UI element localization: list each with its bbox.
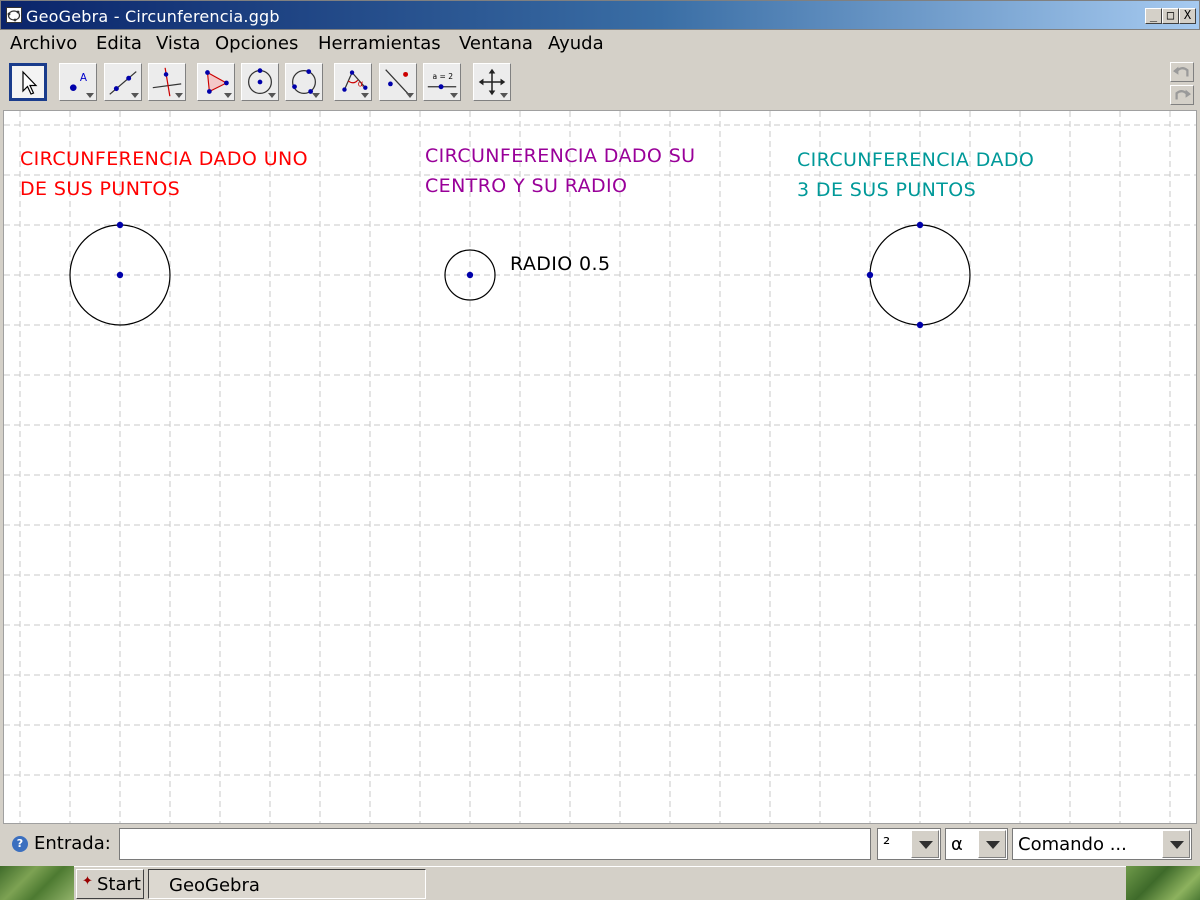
chevron-down-icon[interactable]: [1162, 830, 1190, 858]
slider-value-glyph: a = 2: [433, 72, 454, 81]
start-button[interactable]: ✦ Start: [76, 869, 144, 899]
start-label: Start: [97, 874, 141, 895]
undo-button[interactable]: [1170, 62, 1194, 82]
graphics-canvas[interactable]: [4, 111, 1197, 824]
maximize-button[interactable]: □: [1162, 8, 1179, 24]
input-bar: ? Entrada: ² α Comando ...: [0, 824, 1200, 866]
circle-3-point-bottom: [916, 321, 924, 329]
point-label-glyph: A: [80, 72, 88, 84]
title-bar: GeoGebra - Circunferencia.ggb _ □ X: [0, 0, 1200, 30]
greek-select[interactable]: α: [945, 828, 1008, 860]
label-center-radius-line-1: CIRCUNFERENCIA DADO SU: [425, 145, 696, 167]
tool-circle-three-points[interactable]: [285, 63, 323, 101]
menu-opciones[interactable]: Opciones: [215, 33, 298, 54]
menu-ventana[interactable]: Ventana: [459, 33, 533, 54]
redo-button[interactable]: [1170, 85, 1194, 105]
tool-circle-center-point[interactable]: [241, 63, 279, 101]
menu-vista[interactable]: Vista: [156, 33, 200, 54]
tool-perpendicular[interactable]: [148, 63, 186, 101]
tool-angle[interactable]: α: [334, 63, 372, 101]
menu-herramientas[interactable]: Herramientas: [318, 33, 441, 54]
greek-select-value: α: [951, 834, 963, 855]
menu-bar: Archivo Edita Vista Opciones Herramienta…: [0, 30, 1200, 58]
circle-3-point-left: [866, 271, 874, 279]
move-pointer-icon: [22, 70, 38, 95]
command-select[interactable]: Comando ...: [1012, 828, 1192, 860]
input-field[interactable]: [119, 828, 871, 860]
circle-2-center: [466, 271, 474, 279]
desktop-wallpaper-right: [1126, 866, 1200, 900]
toolbar: A α a = 2: [0, 58, 1200, 110]
command-select-value: Comando ...: [1018, 834, 1127, 855]
alpha-glyph: α: [358, 80, 364, 90]
chevron-down-icon[interactable]: [911, 830, 939, 858]
menu-ayuda[interactable]: Ayuda: [548, 33, 604, 54]
label-center-radius: CIRCUNFERENCIA DADO SU CENTRO Y SU RADIO: [425, 141, 695, 201]
superscript-select-value: ²: [883, 834, 891, 855]
circle-3-point-top: [916, 221, 924, 229]
label-one-point: CIRCUNFERENCIA DADO UNO DE SUS PUNTOS: [20, 144, 308, 204]
undo-icon: [1173, 66, 1189, 77]
close-button[interactable]: X: [1179, 8, 1196, 24]
label-center-radius-line-2: CENTRO Y SU RADIO: [425, 175, 628, 197]
help-icon[interactable]: ?: [12, 836, 28, 852]
tool-polygon[interactable]: [197, 63, 235, 101]
tool-slider[interactable]: a = 2: [423, 63, 461, 101]
grid: [4, 111, 1196, 823]
chevron-down-icon[interactable]: [978, 830, 1006, 858]
redo-icon: [1175, 89, 1191, 100]
tool-new-point[interactable]: A: [59, 63, 97, 101]
menu-archivo[interactable]: Archivo: [10, 33, 77, 54]
tool-reflect[interactable]: [379, 63, 417, 101]
start-icon: ✦: [82, 874, 93, 889]
label-three-points-line-2: 3 DE SUS PUNTOS: [797, 179, 977, 201]
superscript-select[interactable]: ²: [877, 828, 941, 860]
label-three-points: CIRCUNFERENCIA DADO 3 DE SUS PUNTOS: [797, 145, 1034, 205]
graphics-view[interactable]: CIRCUNFERENCIA DADO UNO DE SUS PUNTOS CI…: [3, 110, 1197, 824]
radio-label: RADIO 0.5: [510, 253, 611, 275]
tool-move-graphics[interactable]: [473, 63, 511, 101]
tool-move[interactable]: [9, 63, 47, 101]
circle-1-center: [116, 271, 124, 279]
taskbar-item-label: GeoGebra: [169, 875, 260, 896]
window-title: GeoGebra - Circunferencia.ggb: [26, 7, 280, 26]
label-one-point-line-1: CIRCUNFERENCIA DADO UNO: [20, 148, 308, 170]
desktop-wallpaper-left: [0, 866, 74, 900]
tool-line[interactable]: [104, 63, 142, 101]
label-three-points-line-1: CIRCUNFERENCIA DADO: [797, 149, 1035, 171]
circle-1-point: [116, 221, 124, 229]
label-one-point-line-2: DE SUS PUNTOS: [20, 178, 181, 200]
taskbar-item-geogebra[interactable]: GeoGebra: [148, 869, 426, 899]
circle-one-point[interactable]: [69, 221, 171, 326]
input-label: Entrada:: [34, 833, 111, 854]
geogebra-app-icon: [6, 7, 22, 23]
minimize-button[interactable]: _: [1145, 8, 1162, 24]
menu-edita[interactable]: Edita: [96, 33, 142, 54]
